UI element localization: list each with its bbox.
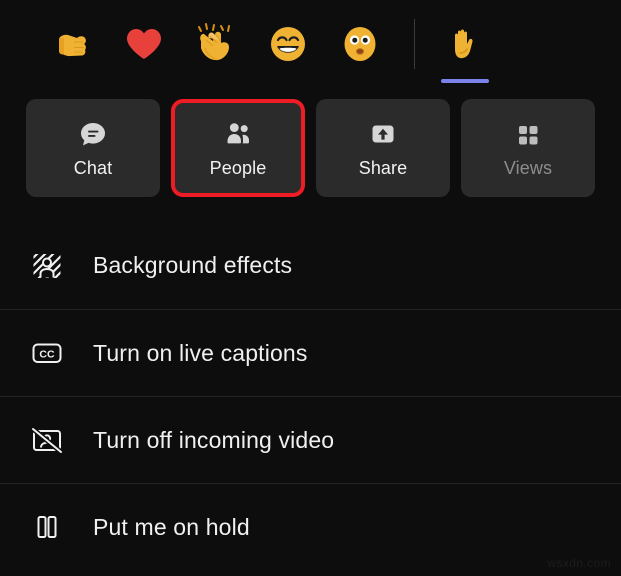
closed-captions-icon: CC (30, 336, 64, 370)
tile-label-views: Views (503, 158, 553, 178)
heart-icon (122, 22, 166, 66)
tile-label-chat: Chat (73, 158, 113, 178)
tile-views[interactable]: Views (461, 99, 595, 197)
background-effects-icon (30, 249, 64, 283)
menu-label-background-effects: Background effects (93, 252, 293, 278)
chat-icon (78, 119, 108, 149)
reaction-bar (0, 0, 621, 88)
reaction-laughing-face[interactable] (252, 13, 324, 75)
laughing-face-icon (266, 22, 310, 66)
menu-label-put-on-hold: Put me on hold (93, 513, 250, 540)
thumbs-up-icon (50, 22, 94, 66)
people-icon (223, 119, 253, 149)
raised-hand-icon (443, 22, 487, 66)
tile-share[interactable]: Share (316, 99, 450, 197)
share-icon (368, 119, 398, 149)
options-menu: Background effects CC Turn on live capti… (0, 222, 621, 570)
menu-label-live-captions: Turn on live captions (93, 339, 308, 366)
raise-hand-active-underline (441, 79, 489, 83)
pause-icon (30, 510, 64, 544)
svg-text:CC: CC (39, 348, 55, 360)
reaction-heart[interactable] (108, 13, 180, 75)
video-off-icon (30, 423, 64, 457)
tile-people[interactable]: People (171, 99, 305, 197)
views-icon (513, 119, 543, 149)
reaction-clapping-hands[interactable] (180, 13, 252, 75)
menu-item-live-captions[interactable]: CC Turn on live captions (0, 309, 621, 396)
reaction-thumbs-up[interactable] (36, 13, 108, 75)
menu-item-incoming-video[interactable]: Turn off incoming video (0, 396, 621, 483)
reaction-divider (414, 19, 415, 69)
quick-action-tiles: Chat People Share Views (0, 99, 621, 197)
tile-label-share: Share (358, 158, 408, 178)
reaction-surprised-face[interactable] (324, 13, 396, 75)
menu-item-put-on-hold[interactable]: Put me on hold (0, 483, 621, 570)
watermark: wsxdn.com (547, 556, 611, 570)
clapping-hands-icon (193, 21, 239, 67)
surprised-face-icon (338, 22, 382, 66)
menu-label-incoming-video: Turn off incoming video (93, 426, 335, 453)
reaction-raised-hand[interactable] (429, 13, 501, 83)
menu-item-background-effects[interactable]: Background effects (0, 222, 621, 309)
tile-chat[interactable]: Chat (26, 99, 160, 197)
tile-label-people: People (209, 158, 267, 178)
